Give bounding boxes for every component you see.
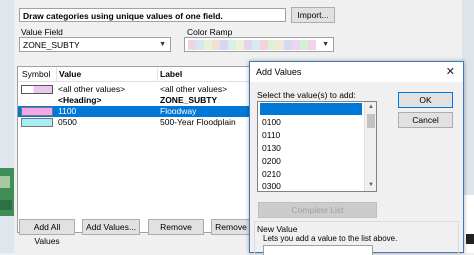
cell-label: 500-Year Floodplain: [160, 117, 236, 127]
cell-value: <Heading>: [58, 95, 102, 105]
ramp-swatch: [300, 40, 308, 50]
cancel-button[interactable]: Cancel: [398, 112, 453, 128]
color-ramp-label: Color Ramp: [187, 27, 233, 37]
table-row[interactable]: 1100 Floodway: [18, 106, 250, 117]
cell-value: 0500: [58, 117, 77, 127]
ok-button[interactable]: OK: [398, 92, 453, 108]
chevron-down-icon[interactable]: ▼: [322, 41, 329, 48]
scrollbar-thumb[interactable]: [367, 114, 375, 128]
renderer-description: Draw categories using unique values of o…: [19, 8, 286, 22]
table-row[interactable]: <Heading> ZONE_SUBTY: [18, 95, 250, 106]
list-item[interactable]: 0210: [260, 168, 362, 180]
complete-list-button[interactable]: Complete List: [258, 202, 377, 218]
map-background-left: [0, 0, 14, 253]
value-field-select[interactable]: ZONE_SUBTY ▼: [19, 37, 171, 52]
ramp-swatch: [244, 40, 252, 50]
value-field-value: ZONE_SUBTY: [23, 40, 80, 50]
ramp-swatch: [220, 40, 228, 50]
column-header-symbol[interactable]: Symbol: [22, 69, 50, 79]
add-all-values-button[interactable]: Add All Values: [19, 219, 75, 246]
cell-value: 1100: [58, 106, 77, 116]
ramp-swatch: [212, 40, 220, 50]
values-listbox[interactable]: 0100 0110 0130 0200 0210 0300 ▲ ▼: [257, 101, 377, 192]
dialog-title: Add Values: [256, 67, 302, 77]
ramp-swatch: [252, 40, 260, 50]
column-header-label[interactable]: Label: [160, 69, 182, 79]
list-item[interactable]: 0110: [260, 129, 362, 141]
ramp-swatch: [292, 40, 300, 50]
symbol-swatch[interactable]: [21, 107, 53, 116]
cell-label: <all other values>: [160, 84, 228, 94]
ramp-swatch: [276, 40, 284, 50]
map-feature: [466, 234, 474, 244]
symbol-swatch[interactable]: [21, 118, 53, 127]
symbol-swatch[interactable]: [21, 85, 53, 94]
chevron-down-icon[interactable]: ▼: [159, 41, 166, 48]
column-header-value[interactable]: Value: [59, 69, 81, 79]
unique-values-table[interactable]: Symbol Value Label <all other values> <al…: [17, 66, 251, 233]
add-values-button[interactable]: Add Values...: [82, 219, 140, 235]
list-item[interactable]: 0100: [260, 116, 362, 128]
color-ramp-preview: [188, 40, 316, 50]
table-header: Symbol Value Label: [18, 67, 250, 82]
new-value-help: Lets you add a value to the list above.: [263, 234, 398, 243]
column-divider: [56, 67, 57, 82]
list-item[interactable]: [260, 103, 362, 115]
scroll-down-icon[interactable]: ▼: [365, 180, 376, 191]
map-land: [0, 176, 10, 188]
ramp-swatch: [260, 40, 268, 50]
ramp-swatch: [236, 40, 244, 50]
new-value-title: New Value: [257, 224, 298, 234]
cell-value: <all other values>: [58, 84, 126, 94]
listbox-scrollbar[interactable]: ▲ ▼: [364, 102, 376, 191]
select-values-label: Select the value(s) to add:: [257, 90, 356, 100]
list-item[interactable]: 0130: [260, 142, 362, 154]
cell-label: ZONE_SUBTY: [160, 95, 218, 105]
ramp-swatch: [188, 40, 196, 50]
import-button[interactable]: Import...: [291, 7, 335, 23]
new-value-input[interactable]: [263, 245, 373, 255]
ramp-swatch: [284, 40, 292, 50]
ramp-swatch: [308, 40, 316, 50]
dialog-title-bar: Add Values: [250, 62, 463, 82]
ramp-swatch: [228, 40, 236, 50]
table-row[interactable]: <all other values> <all other values>: [18, 84, 250, 95]
list-item[interactable]: 0200: [260, 155, 362, 167]
scroll-up-icon[interactable]: ▲: [365, 102, 376, 113]
column-divider: [157, 67, 158, 82]
cell-label: Floodway: [160, 106, 197, 116]
table-row[interactable]: 0500 500-Year Floodplain: [18, 117, 250, 128]
color-ramp-select[interactable]: ▼: [184, 37, 334, 52]
ramp-swatch: [204, 40, 212, 50]
map-land: [0, 200, 12, 210]
list-item[interactable]: 0300: [260, 180, 362, 191]
add-values-dialog: Add Values ✕ Select the value(s) to add:…: [249, 61, 464, 255]
ramp-swatch: [268, 40, 276, 50]
remove-all-button[interactable]: Remove: [211, 219, 251, 235]
close-icon[interactable]: ✕: [446, 65, 455, 78]
ramp-swatch: [196, 40, 204, 50]
remove-button[interactable]: Remove: [148, 219, 204, 235]
value-field-label: Value Field: [21, 27, 63, 37]
